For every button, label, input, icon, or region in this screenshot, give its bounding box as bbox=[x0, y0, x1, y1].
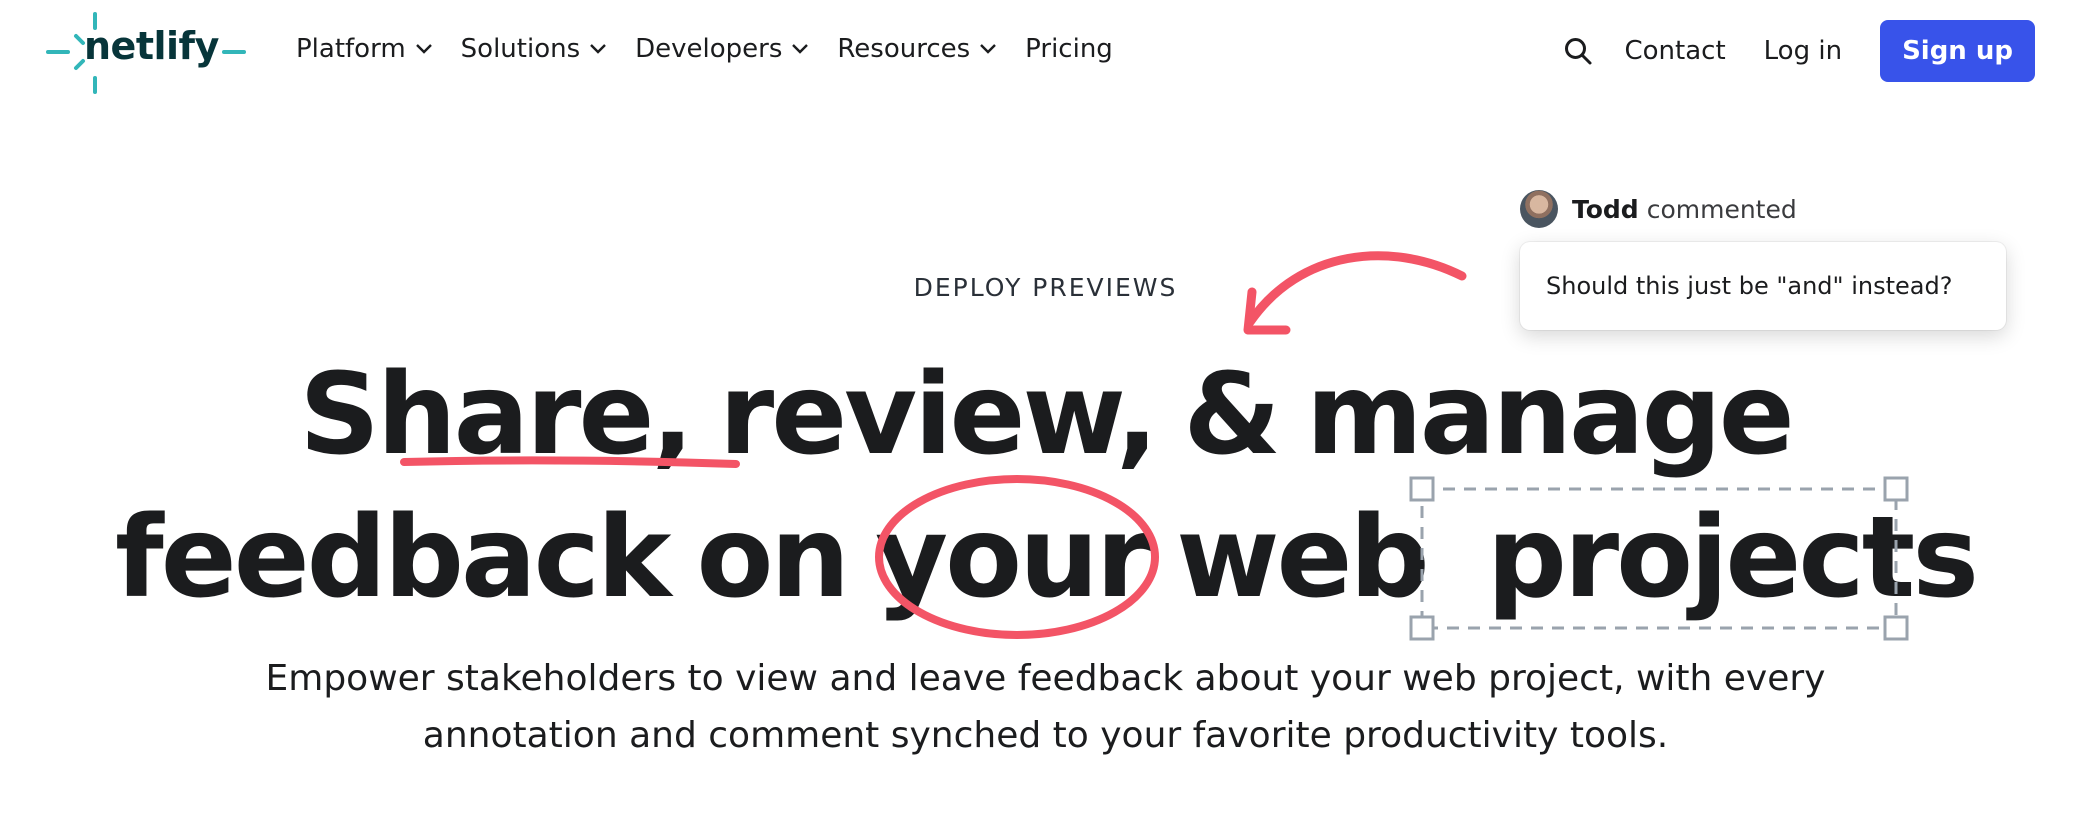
page: netlify Platform Solutions Developers Re… bbox=[0, 0, 2091, 816]
nav-item-label: Pricing bbox=[1025, 34, 1113, 64]
contact-link[interactable]: Contact bbox=[1625, 36, 1726, 66]
nav-item-platform[interactable]: Platform bbox=[296, 34, 433, 64]
headline-word: & bbox=[1183, 350, 1281, 480]
headline-line-2: feedback on your web projects bbox=[0, 493, 2091, 623]
nav-actions: Contact Log in Sign up bbox=[1563, 20, 2035, 82]
eyebrow-label: DEPLOY PREVIEWS bbox=[913, 273, 1178, 302]
avatar bbox=[1520, 190, 1558, 228]
subtitle-line-1: Empower stakeholders to view and leave f… bbox=[265, 658, 1826, 699]
headline-word: manage bbox=[1306, 350, 1795, 480]
comment-header: Todd commented bbox=[1520, 190, 1797, 228]
search-icon[interactable] bbox=[1563, 36, 1593, 66]
chevron-down-icon bbox=[980, 44, 997, 54]
comment-verb: commented bbox=[1646, 194, 1797, 224]
nav-item-pricing[interactable]: Pricing bbox=[1025, 34, 1113, 64]
nav-item-label: Developers bbox=[635, 34, 783, 64]
comment-author: Todd bbox=[1572, 194, 1639, 224]
headline-word-projects: projects bbox=[1486, 493, 1979, 623]
netlify-logo[interactable]: netlify bbox=[46, 12, 246, 94]
headline-word: web bbox=[1176, 493, 1430, 623]
chevron-down-icon bbox=[415, 44, 432, 54]
nav-item-label: Solutions bbox=[460, 34, 581, 64]
chevron-down-icon bbox=[590, 44, 606, 54]
headline-word: feedback bbox=[115, 493, 671, 623]
login-link[interactable]: Log in bbox=[1764, 36, 1842, 66]
headline-word: review, bbox=[718, 350, 1158, 480]
chevron-down-icon bbox=[792, 44, 809, 54]
headline-line-1: Share, review, & manage bbox=[0, 350, 2091, 480]
nav-item-developers[interactable]: Developers bbox=[635, 34, 809, 64]
headline-word-your: your bbox=[875, 493, 1151, 623]
hero-subtitle: Empower stakeholders to view and leave f… bbox=[0, 650, 2091, 764]
nav-item-label: Platform bbox=[296, 34, 406, 64]
nav-item-label: Resources bbox=[837, 34, 971, 64]
nav-item-resources[interactable]: Resources bbox=[837, 34, 997, 64]
subtitle-line-2: annotation and comment synched to your f… bbox=[422, 715, 1669, 756]
logo-text: netlify bbox=[84, 24, 219, 68]
signup-button[interactable]: Sign up bbox=[1880, 20, 2035, 82]
nav-item-solutions[interactable]: Solutions bbox=[461, 34, 607, 64]
headline-word: on bbox=[696, 493, 850, 623]
main-nav: Platform Solutions Developers Resources … bbox=[296, 34, 1141, 64]
headline-word-share: Share, bbox=[299, 350, 694, 480]
